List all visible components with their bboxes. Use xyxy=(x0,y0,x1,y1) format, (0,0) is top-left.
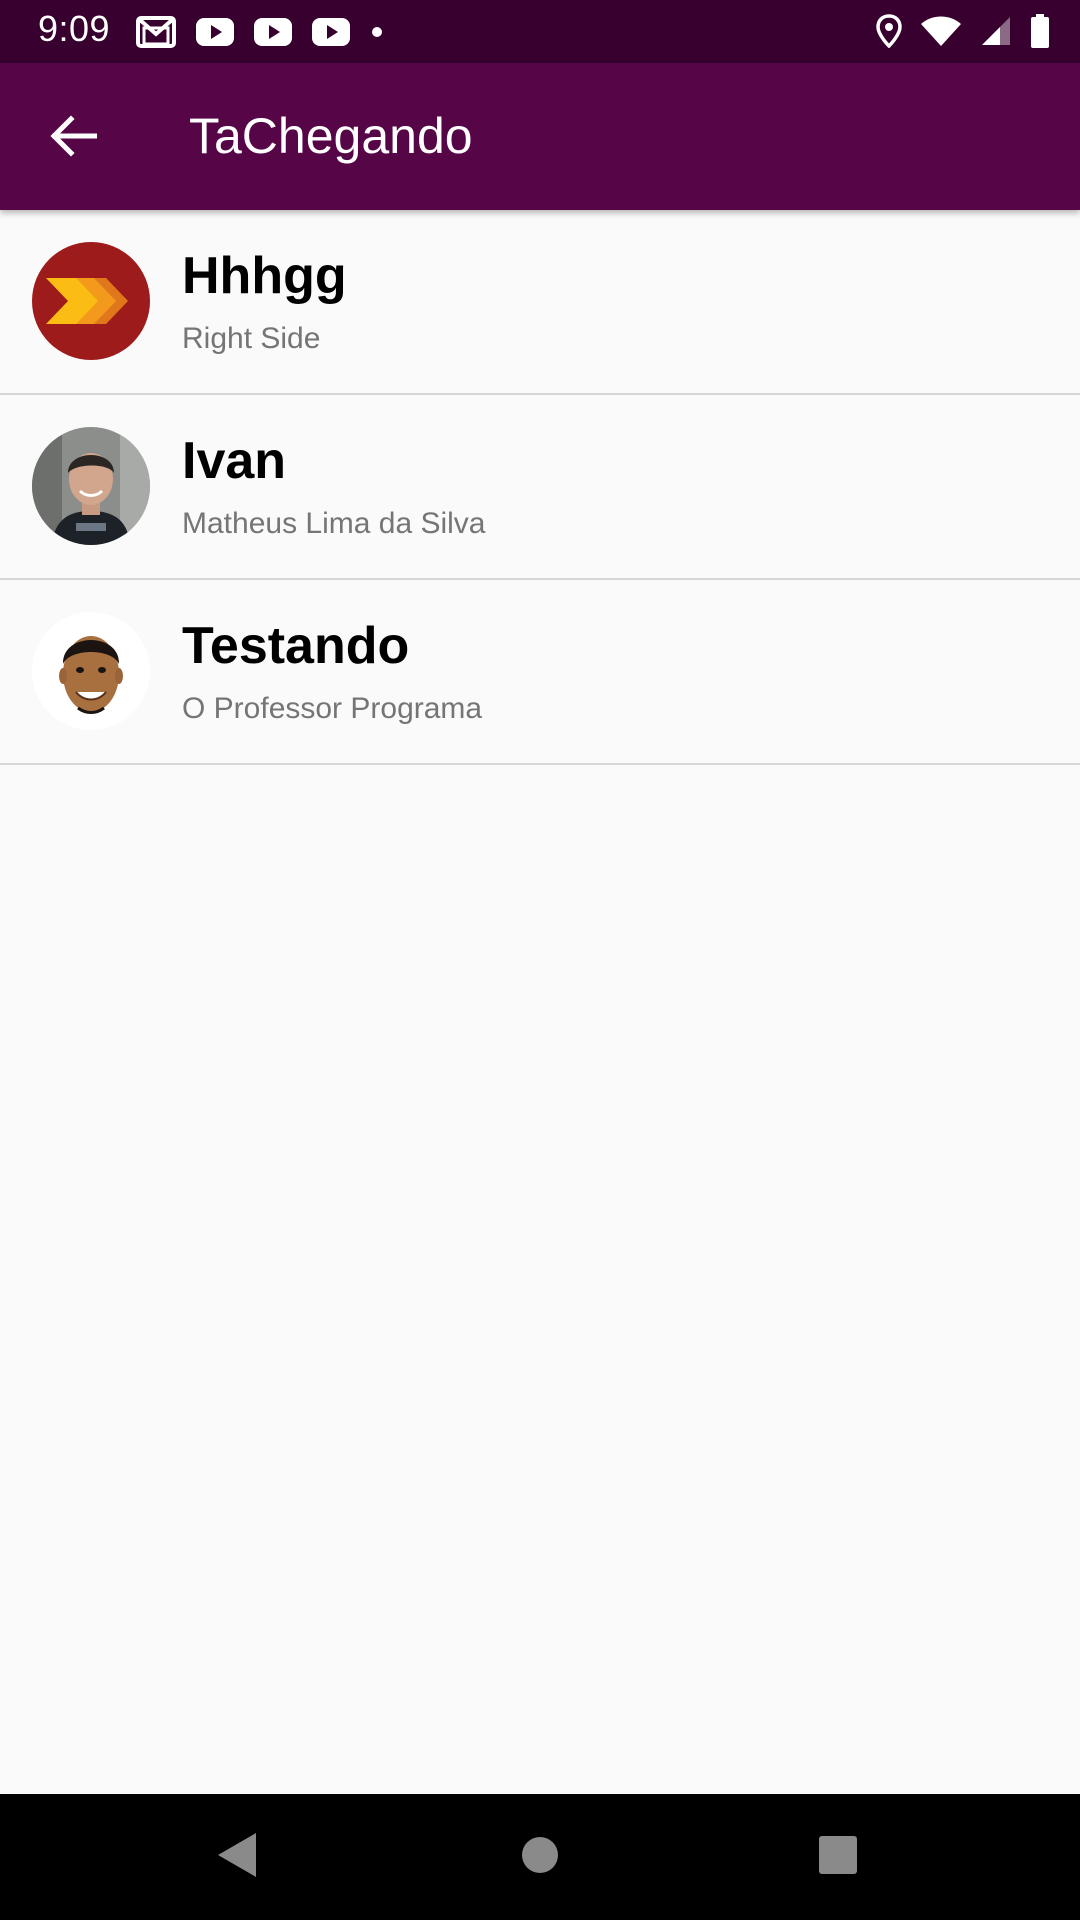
youtube-icon xyxy=(254,18,292,46)
avatar xyxy=(32,612,150,730)
contact-list: Hhhgg Right Side Ivan Matheus Lima da Si… xyxy=(0,210,1080,765)
youtube-icon xyxy=(312,18,350,46)
status-icons-left xyxy=(136,12,404,52)
back-triangle-icon xyxy=(216,1831,260,1884)
signal-icon xyxy=(980,15,1012,47)
contact-name: Hhhgg xyxy=(182,247,347,305)
list-item[interactable]: Testando O Professor Programa xyxy=(0,580,1080,765)
wifi-icon xyxy=(920,15,962,47)
red-chevron-logo-icon xyxy=(32,242,150,360)
status-bar: 9:09 xyxy=(0,0,1080,63)
home-circle-icon xyxy=(520,1835,560,1880)
app-bar: TaChegando xyxy=(0,63,1080,210)
contact-subtitle: Right Side xyxy=(182,322,321,355)
location-icon xyxy=(876,14,902,48)
avatar xyxy=(32,427,150,545)
contact-name: Testando xyxy=(182,617,410,675)
avatar xyxy=(32,242,150,360)
back-button[interactable] xyxy=(38,103,108,173)
list-item[interactable]: Ivan Matheus Lima da Silva xyxy=(0,395,1080,580)
contact-subtitle: O Professor Programa xyxy=(182,692,483,725)
status-icons-right xyxy=(858,10,1050,52)
person-photo-icon xyxy=(32,427,150,545)
battery-icon xyxy=(1030,14,1050,48)
list-item[interactable]: Hhhgg Right Side xyxy=(0,210,1080,395)
arrow-back-icon xyxy=(49,114,98,163)
status-time: 9:09 xyxy=(38,8,111,49)
navigation-bar xyxy=(0,1794,1080,1920)
person-photo-icon xyxy=(32,612,150,730)
contact-name: Ivan xyxy=(182,432,287,490)
gmail-icon xyxy=(136,16,176,48)
contact-subtitle: Matheus Lima da Silva xyxy=(182,507,486,540)
app-title: TaChegando xyxy=(189,108,473,164)
recents-square-icon xyxy=(818,1835,858,1880)
nav-recents-button[interactable] xyxy=(808,1827,868,1887)
nav-back-button[interactable] xyxy=(208,1827,268,1887)
notification-dot-icon xyxy=(370,25,384,39)
nav-home-button[interactable] xyxy=(510,1827,570,1887)
youtube-icon xyxy=(196,18,234,46)
